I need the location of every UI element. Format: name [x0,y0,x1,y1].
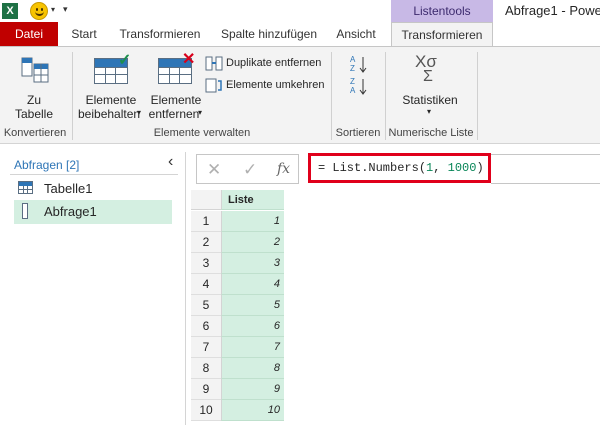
tab-start[interactable]: Start [64,22,104,46]
row-index[interactable]: 2 [191,232,221,253]
row-index[interactable]: 6 [191,316,221,337]
remove-items-label: Elemente [150,93,202,107]
smiley-feedback-icon[interactable] [30,2,48,20]
excel-icon[interactable]: X [2,3,18,19]
remove-items-label-2: entfernen [148,107,200,121]
table-cell[interactable]: 7 [221,337,284,358]
svg-text:Z: Z [350,77,355,86]
remove-duplicates-button[interactable]: Duplikate entfernen [205,55,329,73]
statistics-label: Statistiken [402,93,458,107]
customize-toolbar-icon[interactable]: ▾ [63,4,68,15]
formula-separator: , [433,161,448,175]
to-table-label: Zu [26,93,41,107]
query-item-abfrage1[interactable]: Abfrage1 [14,200,172,224]
list-icon [22,203,28,219]
row-index[interactable]: 9 [191,379,221,400]
sort-descending-button[interactable]: Z A [349,76,369,96]
formula-suffix: ) [476,161,484,175]
row-index[interactable]: 3 [191,253,221,274]
group-separator [477,52,478,140]
group-label-numeric-list: Numerische Liste [388,127,474,139]
group-label-manage-items: Elemente verwalten [153,127,251,139]
collapse-pane-icon[interactable]: ‹ [168,153,173,171]
row-index[interactable]: 10 [191,400,221,421]
cancel-icon[interactable]: ✕ [207,160,221,180]
query-item-tabelle1[interactable]: Tabelle1 [14,177,172,199]
chevron-down-icon[interactable]: ▾ [427,107,431,116]
query-label: Abfrage1 [44,204,97,219]
red-x-icon: ✕ [182,51,196,68]
context-tab-group-label: Listentools [413,4,471,18]
table-cell[interactable]: 2 [221,232,284,253]
row-index[interactable]: 1 [191,211,221,232]
sort-ascending-icon: A Z [350,55,367,73]
table-cell[interactable]: 8 [221,358,284,379]
confirm-icon[interactable]: ✓ [243,160,257,180]
sort-descending-icon: Z A [350,77,367,95]
row-index-header [191,190,221,210]
tab-file[interactable]: Datei [0,22,58,46]
fx-icon[interactable]: fx [277,161,290,177]
formula-controls: ✕ ✓ fx [196,154,299,184]
row-index[interactable]: 4 [191,274,221,295]
table-cell[interactable]: 3 [221,253,284,274]
table-cell[interactable]: 9 [221,379,284,400]
checkmark-icon: ✓ [118,52,132,69]
chevron-down-icon[interactable]: ▾ [137,108,141,117]
queries-header: Abfragen [2] [14,158,80,172]
table-icon [18,181,33,194]
to-table-label-2: Tabelle [14,107,54,121]
column-header-liste[interactable]: Liste [221,190,284,210]
formula-prefix: = List.Numbers( [318,161,427,175]
reverse-items-icon [205,78,222,93]
sigma-icon: Σ [423,68,433,85]
chevron-down-icon[interactable]: ▾ [51,5,55,14]
group-separator [72,52,73,140]
formula-bar-extension [491,154,600,184]
query-label: Tabelle1 [44,181,93,196]
remove-duplicates-icon [205,56,223,71]
table-cell[interactable]: 10 [221,400,284,421]
table-cell[interactable]: 4 [221,274,284,295]
row-index[interactable]: 7 [191,337,221,358]
formula-text: = List.Numbers(1, 1000) [318,161,484,175]
table-cell[interactable]: 1 [221,211,284,232]
svg-text:A: A [350,86,356,95]
to-table-icon [21,57,49,83]
tab-view[interactable]: Ansicht [334,22,378,46]
table-cell[interactable]: 5 [221,295,284,316]
sort-ascending-button[interactable]: A Z [349,54,369,74]
remove-duplicates-label: Duplikate entfernen [226,57,322,69]
reverse-items-button[interactable]: Elemente umkehren [205,77,329,95]
chevron-down-icon[interactable]: ▾ [198,108,202,117]
row-index[interactable]: 5 [191,295,221,316]
formula-arg-count: 1000 [447,161,477,175]
group-label-sort: Sortieren [335,127,381,139]
tab-list-transform[interactable]: Transformieren [391,22,493,48]
tab-transform[interactable]: Transformieren [116,22,204,46]
divider [10,174,178,175]
keep-items-label: Elemente [85,93,137,107]
keep-items-label-2: beibehalten [78,107,141,121]
window-title: Abfrage1 - Power [505,3,600,18]
svg-text:A: A [350,55,356,64]
row-index[interactable]: 8 [191,358,221,379]
table-cell[interactable]: 6 [221,316,284,337]
reverse-items-label: Elemente umkehren [226,79,325,91]
svg-text:Z: Z [350,64,355,73]
group-label-convert: Konvertieren [3,127,67,139]
tab-add-column[interactable]: Spalte hinzufügen [214,22,324,46]
